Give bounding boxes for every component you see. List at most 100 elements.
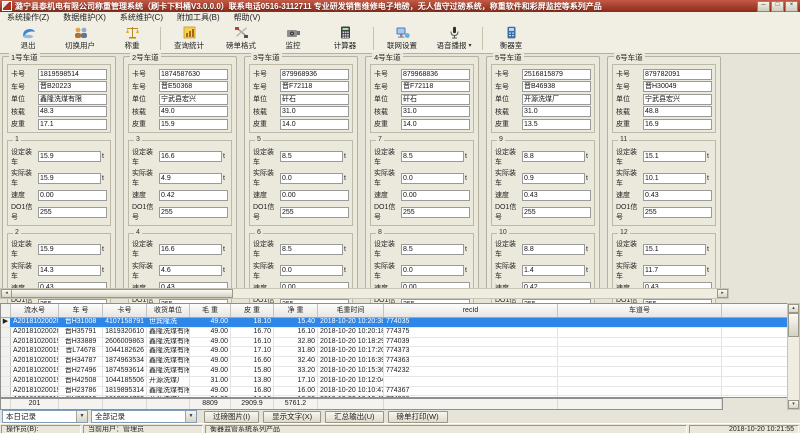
- scroll-up-arrow-icon[interactable]: ▴: [788, 304, 799, 313]
- menu-item-0[interactable]: 系统操作(Z): [0, 12, 56, 24]
- record-filter-select[interactable]: 全部记录 ▼: [91, 410, 197, 423]
- unit-field[interactable]: [280, 94, 349, 105]
- table-row[interactable]: A201810200196晋H274961874593614鑫隆洗煤有限49.0…: [1, 367, 787, 377]
- truck-field[interactable]: [159, 81, 228, 92]
- toolbar-button-exit[interactable]: 退出: [2, 24, 54, 53]
- do1-field[interactable]: [159, 207, 228, 218]
- truck-field[interactable]: [280, 81, 349, 92]
- actual-field[interactable]: [522, 173, 585, 184]
- maximize-button[interactable]: □: [771, 1, 784, 12]
- column-header-8[interactable]: recId: [384, 304, 558, 317]
- set-field[interactable]: [280, 244, 343, 255]
- table-row[interactable]: A201810200195晋H425081044185506开源洗煤厂31.00…: [1, 377, 787, 387]
- table-row[interactable]: A201810200194晋H237861819895314鑫隆洗煤有限49.0…: [1, 387, 787, 397]
- tare-field[interactable]: [38, 119, 107, 130]
- bottom-button-1[interactable]: 显示文字(X): [263, 411, 321, 423]
- card-field[interactable]: [643, 69, 712, 80]
- truck-field[interactable]: [643, 81, 712, 92]
- set-field[interactable]: [159, 244, 222, 255]
- speed-field[interactable]: [522, 190, 591, 201]
- truck-field[interactable]: [401, 81, 470, 92]
- column-header-9[interactable]: 车道号: [558, 304, 722, 317]
- vscroll-thumb[interactable]: [788, 313, 799, 337]
- table-row[interactable]: A201810200197晋H347871874963534鑫隆洗煤有限49.0…: [1, 357, 787, 367]
- set-field[interactable]: [522, 244, 585, 255]
- truck-field[interactable]: [38, 81, 107, 92]
- actual-field[interactable]: [159, 265, 222, 276]
- column-header-3[interactable]: 收货单位: [147, 304, 190, 317]
- set-field[interactable]: [38, 151, 101, 162]
- card-field[interactable]: [159, 69, 228, 80]
- toolbar-button-voice-mic[interactable]: 语音播报▾: [428, 24, 480, 53]
- do1-field[interactable]: [643, 207, 712, 218]
- actual-field[interactable]: [401, 265, 464, 276]
- toolbar-button-monitor-camera[interactable]: 监控: [267, 24, 319, 53]
- actual-field[interactable]: [38, 173, 101, 184]
- unit-field[interactable]: [643, 94, 712, 105]
- chevron-down-icon[interactable]: ▼: [76, 411, 87, 422]
- toolbar-button-network-settings[interactable]: 联网设置: [376, 24, 428, 53]
- tare-field[interactable]: [159, 119, 228, 130]
- set-field[interactable]: [401, 244, 464, 255]
- capacity-field[interactable]: [159, 106, 228, 117]
- card-field[interactable]: [522, 69, 591, 80]
- do1-field[interactable]: [522, 207, 591, 218]
- hscroll-thumb[interactable]: [11, 289, 233, 298]
- chevron-down-icon[interactable]: ▾: [468, 42, 471, 49]
- card-field[interactable]: [280, 69, 349, 80]
- table-row[interactable]: A201810200198晋L746781044182626鑫隆洗煤有限49.0…: [1, 347, 787, 357]
- toolbar-button-weigh-scale[interactable]: 称重: [106, 24, 158, 53]
- chevron-down-icon[interactable]: ▼: [185, 411, 196, 422]
- table-row[interactable]: A201810200200晋H357911819320610鑫隆洗煤有限49.0…: [1, 328, 787, 338]
- tare-field[interactable]: [280, 119, 349, 130]
- toolbar-button-scale-room[interactable]: 衡器室: [485, 24, 537, 53]
- card-field[interactable]: [401, 69, 470, 80]
- vertical-scrollbar[interactable]: ▴ ▾: [787, 303, 800, 410]
- capacity-field[interactable]: [522, 106, 591, 117]
- column-header-1[interactable]: 车 号: [59, 304, 103, 317]
- do1-field[interactable]: [280, 207, 349, 218]
- set-field[interactable]: [643, 244, 706, 255]
- toolbar-button-switch-user[interactable]: 切换用户: [54, 24, 106, 53]
- actual-field[interactable]: [280, 173, 343, 184]
- column-header-2[interactable]: 卡号: [103, 304, 147, 317]
- bottom-button-2[interactable]: 汇总输出(U): [325, 411, 383, 423]
- scroll-right-arrow-icon[interactable]: ▸: [717, 289, 728, 298]
- set-field[interactable]: [522, 151, 585, 162]
- set-field[interactable]: [401, 151, 464, 162]
- tare-field[interactable]: [522, 119, 591, 130]
- column-header-7[interactable]: 毛重时间: [318, 304, 384, 317]
- menu-item-4[interactable]: 帮助(V): [227, 12, 268, 24]
- actual-field[interactable]: [280, 265, 343, 276]
- column-header-6[interactable]: 净 重: [274, 304, 318, 317]
- table-row[interactable]: A201810200199晋H338892606009863鑫隆洗煤有限49.0…: [1, 338, 787, 348]
- capacity-field[interactable]: [643, 106, 712, 117]
- do1-field[interactable]: [401, 207, 470, 218]
- speed-field[interactable]: [401, 190, 470, 201]
- horizontal-scrollbar[interactable]: ◂ ▸: [0, 288, 729, 299]
- minimize-button[interactable]: ─: [757, 1, 770, 12]
- capacity-field[interactable]: [401, 106, 470, 117]
- speed-field[interactable]: [38, 190, 107, 201]
- set-field[interactable]: [643, 151, 706, 162]
- close-button[interactable]: ×: [785, 1, 798, 12]
- toolbar-button-query-stats[interactable]: 查询统计: [163, 24, 215, 53]
- speed-field[interactable]: [159, 190, 228, 201]
- tare-field[interactable]: [401, 119, 470, 130]
- scroll-down-arrow-icon[interactable]: ▾: [788, 400, 799, 409]
- unit-field[interactable]: [159, 94, 228, 105]
- menu-item-2[interactable]: 系统维护(C): [113, 12, 170, 24]
- actual-field[interactable]: [643, 173, 706, 184]
- column-header-4[interactable]: 毛 重: [190, 304, 231, 317]
- unit-field[interactable]: [38, 94, 107, 105]
- set-field[interactable]: [280, 151, 343, 162]
- truck-field[interactable]: [522, 81, 591, 92]
- toolbar-button-calculator[interactable]: 计算器: [319, 24, 371, 53]
- capacity-field[interactable]: [280, 106, 349, 117]
- table-row[interactable]: ▶A201810200201晋H310084107158791世宾隆洗49.00…: [1, 318, 787, 328]
- column-header-5[interactable]: 皮 重: [231, 304, 274, 317]
- bottom-button-3[interactable]: 磅单打印(W): [388, 411, 448, 423]
- toolbar-button-ticket-format[interactable]: 磅单格式: [215, 24, 267, 53]
- actual-field[interactable]: [159, 173, 222, 184]
- actual-field[interactable]: [38, 265, 101, 276]
